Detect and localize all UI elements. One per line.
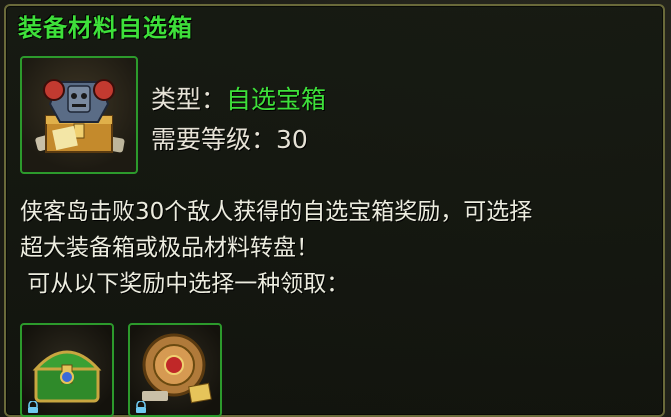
item-level-value: 30 (276, 125, 308, 154)
item-level-line: 需要等级：30 (151, 120, 308, 156)
reward-option-1[interactable] (20, 323, 114, 417)
description-line: 侠客岛击败30个敌人获得的自选宝箱奖励，可选择 (20, 199, 533, 225)
armor-chest-icon (35, 79, 125, 153)
item-type-value: 自选宝箱 (226, 85, 327, 114)
description-line: 可从以下奖励中选择一种领取： (20, 271, 350, 297)
item-tooltip: 装备材料自选箱 类型：自选宝箱 需要等级：30 侠客岛击败30个敌人获得的自选宝… (4, 4, 665, 417)
reward-option-2[interactable] (128, 323, 222, 417)
item-level-label: 需要等级： (151, 125, 277, 154)
lock-icon (28, 401, 38, 413)
item-type-line: 类型：自选宝箱 (151, 80, 326, 116)
item-description: 侠客岛击败30个敌人获得的自选宝箱奖励，可选择 超大装备箱或极品材料转盘！ 可从… (20, 194, 660, 302)
lock-icon (136, 401, 146, 413)
item-title: 装备材料自选箱 (18, 14, 193, 42)
item-icon-slot (20, 56, 138, 174)
item-type-label: 类型： (151, 85, 227, 114)
description-line: 超大装备箱或极品材料转盘！ (20, 235, 319, 261)
